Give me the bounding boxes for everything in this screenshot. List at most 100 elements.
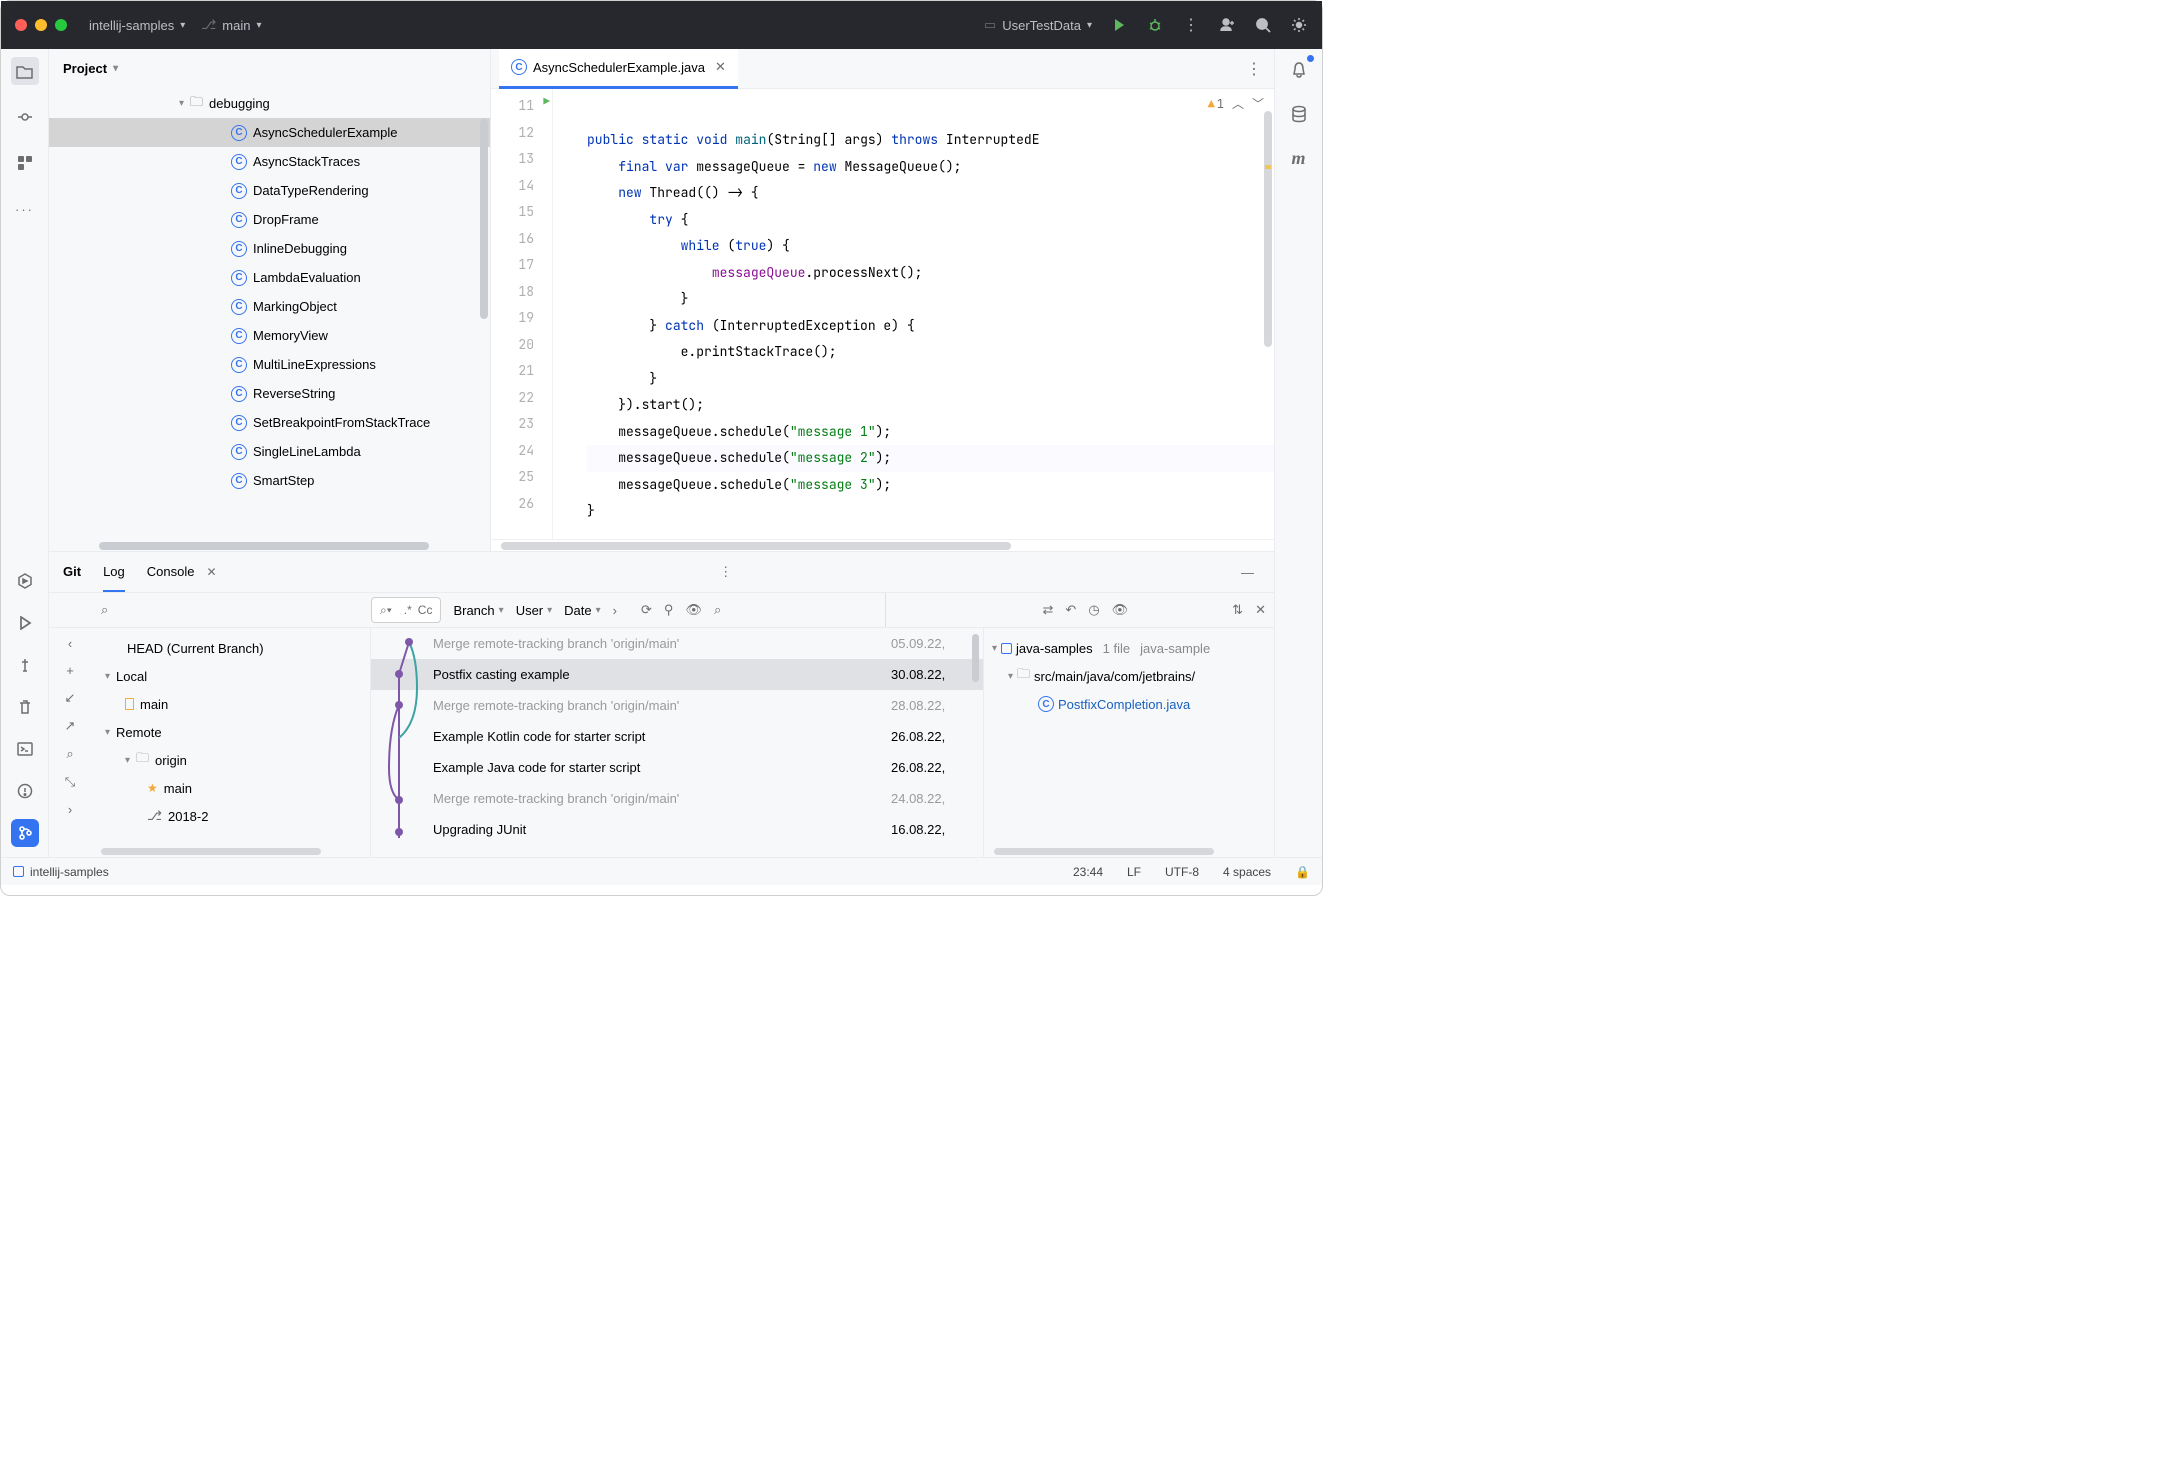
project-tool-header[interactable]: Project ▾ xyxy=(49,49,490,89)
commit-row[interactable]: Example Java code for starter script26.0… xyxy=(371,752,983,783)
tab-git[interactable]: Git xyxy=(63,552,81,592)
tree-file[interactable]: CDataTypeRendering xyxy=(49,176,490,205)
status-indent[interactable]: 4 spaces xyxy=(1223,865,1271,879)
commit-row[interactable]: Postfix casting example30.08.22, xyxy=(371,659,983,690)
vcs-branch-selector[interactable]: ⎇ main ▾ xyxy=(201,17,261,33)
log-search-input[interactable] xyxy=(108,603,361,618)
close-diff-button[interactable]: ✕ xyxy=(1255,602,1266,618)
run-button[interactable] xyxy=(1110,16,1128,34)
scrollbar-vertical[interactable] xyxy=(1264,111,1272,347)
match-case-toggle[interactable]: Cc xyxy=(418,603,433,617)
run-config-selector[interactable]: ▭ UserTestData ▾ xyxy=(984,17,1092,33)
panel-options-button[interactable]: ⋮ xyxy=(713,564,738,580)
branch-item[interactable]: ⎇2018-2 xyxy=(91,802,370,830)
maximize-window-button[interactable] xyxy=(55,19,67,31)
head-branch-row[interactable]: HEAD (Current Branch) xyxy=(91,634,370,662)
inspection-widget[interactable]: ▲1 ︿ ﹀ xyxy=(1208,95,1264,112)
nav-forward-button[interactable]: › xyxy=(68,802,72,817)
settings-button[interactable] xyxy=(1290,16,1308,34)
file-tree-root[interactable]: ▾ java-samples 1 file java-sample xyxy=(984,634,1274,662)
compare-button[interactable]: ⤡ xyxy=(65,774,75,790)
more-filters-button[interactable]: › xyxy=(613,603,617,618)
go-to-hash-button[interactable]: ⇄ xyxy=(1043,602,1054,618)
version-control-tool-button[interactable] xyxy=(11,819,39,847)
commit-row[interactable]: Upgrading JUnit16.08.22, xyxy=(371,814,983,845)
commit-row[interactable]: Merge remote-tracking branch 'origin/mai… xyxy=(371,783,983,814)
scrollbar-horizontal[interactable] xyxy=(91,847,370,857)
commit-list[interactable]: Merge remote-tracking branch 'origin/mai… xyxy=(371,628,984,857)
structure-tool-button[interactable] xyxy=(11,149,39,177)
tree-file[interactable]: CDropFrame xyxy=(49,205,490,234)
more-actions-button[interactable]: ⋮ xyxy=(1182,16,1200,34)
new-branch-button[interactable]: + xyxy=(66,663,74,678)
delete-button[interactable] xyxy=(11,693,39,721)
minimize-window-button[interactable] xyxy=(35,19,47,31)
user-filter[interactable]: User▾ xyxy=(516,603,552,618)
editor-tab[interactable]: C AsyncSchedulerExample.java ✕ xyxy=(499,49,738,89)
status-position[interactable]: 23:44 xyxy=(1073,865,1103,879)
code-area[interactable]: public static void main(String[] args) t… xyxy=(553,89,1274,539)
run-tool-button[interactable] xyxy=(11,609,39,637)
close-window-button[interactable] xyxy=(15,19,27,31)
status-line-separator[interactable]: LF xyxy=(1127,865,1141,879)
commit-tool-button[interactable] xyxy=(11,103,39,131)
tree-file[interactable]: CAsyncSchedulerExample xyxy=(49,118,490,147)
problems-tool-button[interactable] xyxy=(11,777,39,805)
minimize-panel-button[interactable]: — xyxy=(1235,565,1260,580)
refresh-button[interactable]: ⟳ xyxy=(641,602,652,618)
origin-group[interactable]: ▾🗀origin xyxy=(91,746,370,774)
update-button[interactable]: ↙ xyxy=(65,690,76,706)
tab-menu-button[interactable]: ⋮ xyxy=(1234,59,1274,79)
close-tab-button[interactable]: ✕ xyxy=(715,59,726,75)
tree-file[interactable]: CMultiLineExpressions xyxy=(49,350,490,379)
tab-log[interactable]: Log xyxy=(103,552,125,592)
search-everywhere-button[interactable] xyxy=(1254,16,1272,34)
commit-row[interactable]: Merge remote-tracking branch 'origin/mai… xyxy=(371,690,983,721)
run-line-icon[interactable]: ▶ xyxy=(543,95,550,109)
branch-item[interactable]: ★main xyxy=(91,774,370,802)
notifications-button[interactable] xyxy=(1286,57,1312,83)
tree-file[interactable]: CMemoryView xyxy=(49,321,490,350)
cherry-pick-button[interactable]: ⚲ xyxy=(664,602,674,618)
preview-button[interactable]: 👁 xyxy=(685,602,702,618)
changed-files-list[interactable]: ▾ java-samples 1 file java-sample ▾ 🗀 sr… xyxy=(984,628,1274,857)
project-tool-button[interactable] xyxy=(11,57,39,85)
tree-file[interactable]: CSetBreakpointFromStackTrace xyxy=(49,408,490,437)
prev-highlight-button[interactable]: ︿ xyxy=(1232,95,1244,112)
branch-filter[interactable]: Branch▾ xyxy=(453,603,503,618)
remote-branches-group[interactable]: ▾Remote xyxy=(91,718,370,746)
project-tree[interactable]: ▾ 🗀 debugging CAsyncSchedulerExampleCAsy… xyxy=(49,89,490,541)
tree-file[interactable]: CInlineDebugging xyxy=(49,234,490,263)
tree-file[interactable]: CLambdaEvaluation xyxy=(49,263,490,292)
history-button[interactable]: ◷ xyxy=(1088,602,1099,618)
terminal-tool-button[interactable] xyxy=(11,735,39,763)
code-with-me-icon[interactable] xyxy=(1218,16,1236,34)
scrollbar-vertical[interactable] xyxy=(972,634,979,682)
close-tab-icon[interactable]: ✕ xyxy=(206,565,216,579)
tree-file[interactable]: CMarkingObject xyxy=(49,292,490,321)
commit-row[interactable]: Merge remote-tracking branch 'origin/mai… xyxy=(371,628,983,659)
tree-file[interactable]: CAsyncStackTraces xyxy=(49,147,490,176)
project-selector[interactable]: intellij-samples ▾ xyxy=(89,18,185,33)
database-tool-button[interactable] xyxy=(1286,101,1312,127)
branch-list[interactable]: HEAD (Current Branch) ▾Local main ▾Remot… xyxy=(91,628,371,857)
changed-file-item[interactable]: C PostfixCompletion.java xyxy=(984,690,1274,718)
code-editor[interactable]: ▶ 11121314151617181920212223242526 publi… xyxy=(491,89,1274,539)
scrollbar-horizontal[interactable] xyxy=(491,539,1274,551)
tree-file[interactable]: CReverseString xyxy=(49,379,490,408)
tree-file[interactable]: CSingleLineLambda xyxy=(49,437,490,466)
date-filter[interactable]: Date▾ xyxy=(564,603,601,618)
log-filter-input[interactable]: ⌕▾ .* Cc xyxy=(371,597,441,623)
more-tools-button[interactable]: ··· xyxy=(11,195,39,223)
undo-button[interactable]: ↶ xyxy=(1065,602,1076,618)
debug-button[interactable] xyxy=(1146,16,1164,34)
search-branch-button[interactable]: ⌕ xyxy=(66,746,73,762)
local-branches-group[interactable]: ▾Local xyxy=(91,662,370,690)
nav-back-button[interactable]: ‹ xyxy=(68,636,72,651)
regex-toggle[interactable]: .* xyxy=(404,603,412,617)
tree-folder[interactable]: ▾ 🗀 debugging xyxy=(49,89,490,118)
status-encoding[interactable]: UTF-8 xyxy=(1165,865,1199,879)
file-tree-path[interactable]: ▾ 🗀 src/main/java/com/jetbrains/ xyxy=(984,662,1274,690)
status-project-name[interactable]: intellij-samples xyxy=(30,865,109,879)
scrollbar-horizontal[interactable] xyxy=(49,541,490,551)
